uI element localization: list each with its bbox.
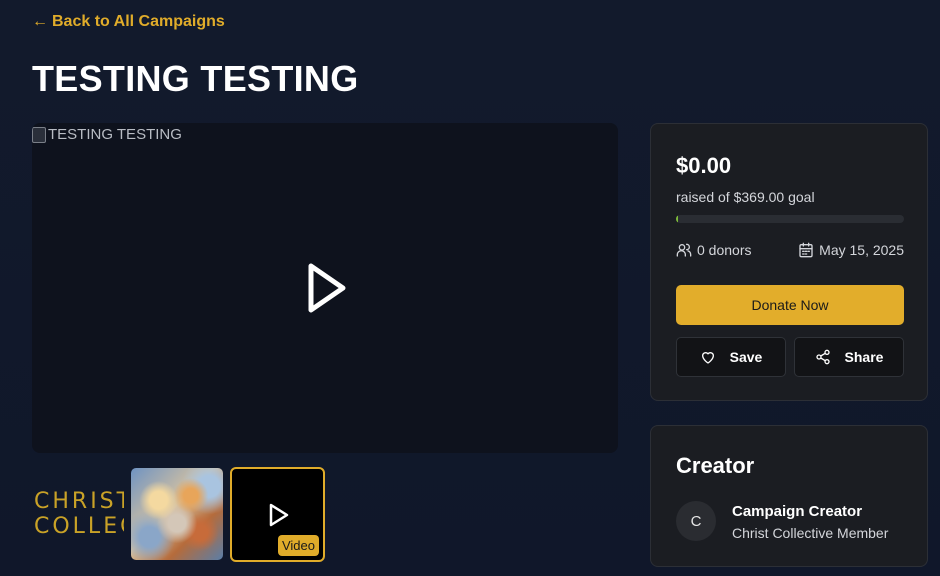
play-icon[interactable] — [295, 258, 355, 318]
progress-bar — [676, 215, 904, 223]
creator-heading: Creator — [676, 453, 755, 478]
campaign-date: May 15, 2025 — [798, 242, 904, 258]
back-link-label: Back to All Campaigns — [52, 13, 225, 30]
logo-line-1: CHRIST — [34, 489, 124, 514]
users-icon — [676, 243, 692, 257]
creator-name: Campaign Creator — [732, 503, 863, 520]
logo-line-2: COLLECTIVE — [34, 514, 124, 539]
broken-image-icon — [32, 126, 46, 143]
creator-role: Christ Collective Member — [732, 525, 889, 541]
broken-image-alt: TESTING TESTING — [32, 126, 182, 143]
back-to-campaigns-link[interactable]: ← Back to All Campaigns — [32, 13, 225, 31]
share-label: Share — [844, 349, 884, 365]
share-icon — [815, 349, 830, 365]
heart-icon — [701, 352, 714, 364]
calendar-icon — [799, 242, 813, 258]
donate-now-button[interactable]: Donate Now — [676, 285, 904, 325]
save-label: Save — [729, 349, 763, 365]
main-media-player[interactable]: TESTING TESTING — [32, 123, 618, 453]
progress-fill — [676, 215, 678, 223]
thumbnail-logo[interactable]: CHRIST COLLECTIVE — [32, 468, 124, 560]
media-thumbnails: CHRIST COLLECTIVE Video — [32, 467, 325, 562]
donation-card: $0.00 raised of $369.00 goal 0 donors Ma… — [650, 123, 928, 401]
page-title: TESTING TESTING — [32, 58, 359, 99]
arrow-left-icon: ← — [32, 13, 48, 30]
media-alt-text: TESTING TESTING — [48, 126, 182, 143]
donor-count: 0 donors — [676, 242, 751, 258]
video-badge: Video — [277, 535, 319, 556]
date-text: May 15, 2025 — [819, 242, 904, 258]
avatar: C — [676, 501, 716, 541]
donors-text: 0 donors — [697, 242, 752, 258]
goal-text: raised of $369.00 goal — [676, 189, 815, 205]
secondary-actions: Save Share — [676, 337, 904, 377]
amount-raised: $0.00 — [676, 153, 732, 178]
play-icon — [269, 503, 288, 526]
save-button[interactable]: Save — [676, 337, 786, 377]
creator-card: Creator C Campaign Creator Christ Collec… — [650, 425, 928, 567]
thumbnail-painting[interactable] — [131, 468, 223, 560]
thumbnail-video[interactable]: Video — [230, 467, 325, 562]
campaign-stats: 0 donors May 15, 2025 — [676, 242, 904, 258]
share-button[interactable]: Share — [794, 337, 904, 377]
